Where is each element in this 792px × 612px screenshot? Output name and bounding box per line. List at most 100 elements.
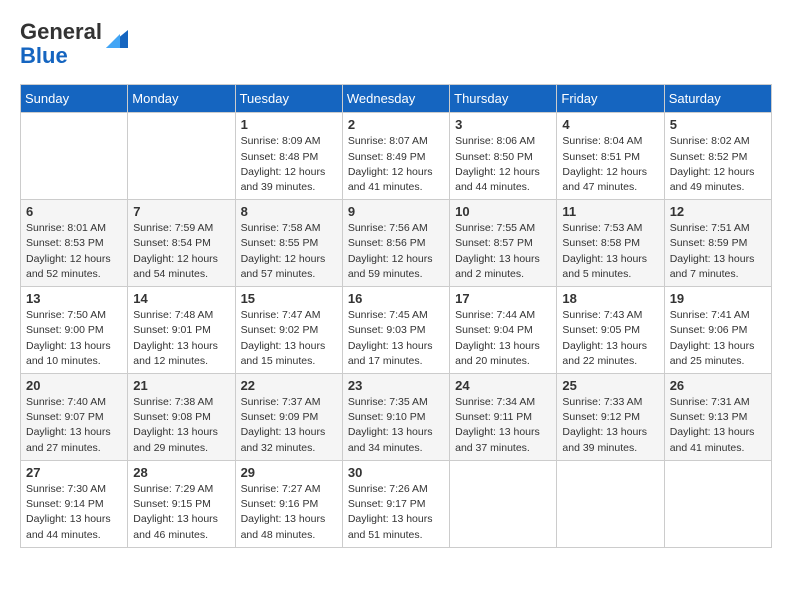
- day-detail: Sunrise: 7:43 AM Sunset: 9:05 PM Dayligh…: [562, 308, 658, 369]
- day-cell: [128, 113, 235, 200]
- day-detail: Sunrise: 7:33 AM Sunset: 9:12 PM Dayligh…: [562, 395, 658, 456]
- day-number: 14: [133, 291, 229, 306]
- day-cell: 25Sunrise: 7:33 AM Sunset: 9:12 PM Dayli…: [557, 374, 664, 461]
- day-detail: Sunrise: 7:41 AM Sunset: 9:06 PM Dayligh…: [670, 308, 766, 369]
- day-number: 5: [670, 117, 766, 132]
- day-detail: Sunrise: 7:37 AM Sunset: 9:09 PM Dayligh…: [241, 395, 337, 456]
- day-number: 24: [455, 378, 551, 393]
- day-cell: 9 Sunrise: 7:56 AM Sunset: 8:56 PM Daylig…: [342, 200, 449, 287]
- day-number: 15: [241, 291, 337, 306]
- day-cell: 30 Sunrise: 7:26 AM Sunset: 9:17 PM Dayli…: [342, 460, 449, 547]
- logo-text: General Blue: [20, 20, 102, 68]
- weekday-header-tuesday: Tuesday: [235, 85, 342, 113]
- day-number: 30: [348, 465, 444, 480]
- week-row-1: 1Sunrise: 8:09 AM Sunset: 8:48 PM Daylig…: [21, 113, 772, 200]
- day-detail: Sunrise: 7:58 AM Sunset: 8:55 PM Dayligh…: [241, 221, 337, 282]
- day-number: 16: [348, 291, 444, 306]
- page-header: General Blue: [20, 20, 772, 68]
- day-cell: 7 Sunrise: 7:59 AM Sunset: 8:54 PM Daylig…: [128, 200, 235, 287]
- day-number: 20: [26, 378, 122, 393]
- day-cell: 6Sunrise: 8:01 AM Sunset: 8:53 PM Daylig…: [21, 200, 128, 287]
- day-detail: Sunrise: 7:34 AM Sunset: 9:11 PM Dayligh…: [455, 395, 551, 456]
- weekday-header-wednesday: Wednesday: [342, 85, 449, 113]
- day-cell: 28Sunrise: 7:29 AM Sunset: 9:15 PM Dayli…: [128, 460, 235, 547]
- day-cell: 10 Sunrise: 7:55 AM Sunset: 8:57 PM Dayli…: [450, 200, 557, 287]
- day-cell: 8 Sunrise: 7:58 AM Sunset: 8:55 PM Daylig…: [235, 200, 342, 287]
- day-number: 26: [670, 378, 766, 393]
- day-detail: Sunrise: 7:35 AM Sunset: 9:10 PM Dayligh…: [348, 395, 444, 456]
- day-detail: Sunrise: 7:31 AM Sunset: 9:13 PM Dayligh…: [670, 395, 766, 456]
- day-detail: Sunrise: 7:38 AM Sunset: 9:08 PM Dayligh…: [133, 395, 229, 456]
- day-number: 17: [455, 291, 551, 306]
- day-number: 27: [26, 465, 122, 480]
- day-detail: Sunrise: 7:51 AM Sunset: 8:59 PM Dayligh…: [670, 221, 766, 282]
- day-number: 10: [455, 204, 551, 219]
- weekday-header-row: SundayMondayTuesdayWednesdayThursdayFrid…: [21, 85, 772, 113]
- weekday-header-saturday: Saturday: [664, 85, 771, 113]
- weekday-header-thursday: Thursday: [450, 85, 557, 113]
- day-detail: Sunrise: 7:45 AM Sunset: 9:03 PM Dayligh…: [348, 308, 444, 369]
- logo-general: General: [20, 19, 102, 44]
- day-cell: 2 Sunrise: 8:07 AM Sunset: 8:49 PM Daylig…: [342, 113, 449, 200]
- day-cell: 12 Sunrise: 7:51 AM Sunset: 8:59 PM Dayli…: [664, 200, 771, 287]
- day-number: 12: [670, 204, 766, 219]
- day-cell: 3Sunrise: 8:06 AM Sunset: 8:50 PM Daylig…: [450, 113, 557, 200]
- day-cell: 5 Sunrise: 8:02 AM Sunset: 8:52 PM Daylig…: [664, 113, 771, 200]
- day-cell: [557, 460, 664, 547]
- day-number: 11: [562, 204, 658, 219]
- day-detail: Sunrise: 7:27 AM Sunset: 9:16 PM Dayligh…: [241, 482, 337, 543]
- day-detail: Sunrise: 7:44 AM Sunset: 9:04 PM Dayligh…: [455, 308, 551, 369]
- day-number: 21: [133, 378, 229, 393]
- day-cell: 24 Sunrise: 7:34 AM Sunset: 9:11 PM Dayli…: [450, 374, 557, 461]
- day-number: 7: [133, 204, 229, 219]
- day-detail: Sunrise: 7:50 AM Sunset: 9:00 PM Dayligh…: [26, 308, 122, 369]
- day-cell: 17 Sunrise: 7:44 AM Sunset: 9:04 PM Dayli…: [450, 287, 557, 374]
- day-cell: 29 Sunrise: 7:27 AM Sunset: 9:16 PM Dayli…: [235, 460, 342, 547]
- day-detail: Sunrise: 7:59 AM Sunset: 8:54 PM Dayligh…: [133, 221, 229, 282]
- day-cell: 1Sunrise: 8:09 AM Sunset: 8:48 PM Daylig…: [235, 113, 342, 200]
- day-detail: Sunrise: 7:48 AM Sunset: 9:01 PM Dayligh…: [133, 308, 229, 369]
- weekday-header-sunday: Sunday: [21, 85, 128, 113]
- logo: General Blue: [20, 20, 128, 68]
- day-cell: 23 Sunrise: 7:35 AM Sunset: 9:10 PM Dayli…: [342, 374, 449, 461]
- day-cell: 21 Sunrise: 7:38 AM Sunset: 9:08 PM Dayli…: [128, 374, 235, 461]
- weekday-header-friday: Friday: [557, 85, 664, 113]
- day-number: 2: [348, 117, 444, 132]
- logo-icon: [106, 30, 128, 48]
- day-detail: Sunrise: 8:01 AM Sunset: 8:53 PM Dayligh…: [26, 221, 122, 282]
- day-detail: Sunrise: 7:55 AM Sunset: 8:57 PM Dayligh…: [455, 221, 551, 282]
- day-cell: 20Sunrise: 7:40 AM Sunset: 9:07 PM Dayli…: [21, 374, 128, 461]
- day-number: 13: [26, 291, 122, 306]
- day-cell: 16 Sunrise: 7:45 AM Sunset: 9:03 PM Dayli…: [342, 287, 449, 374]
- day-detail: Sunrise: 8:07 AM Sunset: 8:49 PM Dayligh…: [348, 134, 444, 195]
- day-cell: [450, 460, 557, 547]
- day-number: 9: [348, 204, 444, 219]
- logo-blue: Blue: [20, 43, 68, 68]
- day-number: 22: [241, 378, 337, 393]
- day-cell: 4Sunrise: 8:04 AM Sunset: 8:51 PM Daylig…: [557, 113, 664, 200]
- week-row-3: 13 Sunrise: 7:50 AM Sunset: 9:00 PM Dayli…: [21, 287, 772, 374]
- day-cell: 19 Sunrise: 7:41 AM Sunset: 9:06 PM Dayli…: [664, 287, 771, 374]
- day-cell: 14 Sunrise: 7:48 AM Sunset: 9:01 PM Dayli…: [128, 287, 235, 374]
- day-number: 1: [241, 117, 337, 132]
- day-number: 29: [241, 465, 337, 480]
- day-cell: 22 Sunrise: 7:37 AM Sunset: 9:09 PM Dayli…: [235, 374, 342, 461]
- day-number: 19: [670, 291, 766, 306]
- day-cell: 26 Sunrise: 7:31 AM Sunset: 9:13 PM Dayli…: [664, 374, 771, 461]
- day-cell: [664, 460, 771, 547]
- day-detail: Sunrise: 7:26 AM Sunset: 9:17 PM Dayligh…: [348, 482, 444, 543]
- day-detail: Sunrise: 7:56 AM Sunset: 8:56 PM Dayligh…: [348, 221, 444, 282]
- day-number: 8: [241, 204, 337, 219]
- day-number: 18: [562, 291, 658, 306]
- week-row-2: 6Sunrise: 8:01 AM Sunset: 8:53 PM Daylig…: [21, 200, 772, 287]
- day-number: 23: [348, 378, 444, 393]
- day-cell: 15Sunrise: 7:47 AM Sunset: 9:02 PM Dayli…: [235, 287, 342, 374]
- day-cell: 18 Sunrise: 7:43 AM Sunset: 9:05 PM Dayli…: [557, 287, 664, 374]
- calendar-table: SundayMondayTuesdayWednesdayThursdayFrid…: [20, 84, 772, 547]
- weekday-header-monday: Monday: [128, 85, 235, 113]
- day-detail: Sunrise: 8:04 AM Sunset: 8:51 PM Dayligh…: [562, 134, 658, 195]
- day-cell: 11Sunrise: 7:53 AM Sunset: 8:58 PM Dayli…: [557, 200, 664, 287]
- day-cell: 13 Sunrise: 7:50 AM Sunset: 9:00 PM Dayli…: [21, 287, 128, 374]
- day-detail: Sunrise: 8:02 AM Sunset: 8:52 PM Dayligh…: [670, 134, 766, 195]
- day-detail: Sunrise: 7:29 AM Sunset: 9:15 PM Dayligh…: [133, 482, 229, 543]
